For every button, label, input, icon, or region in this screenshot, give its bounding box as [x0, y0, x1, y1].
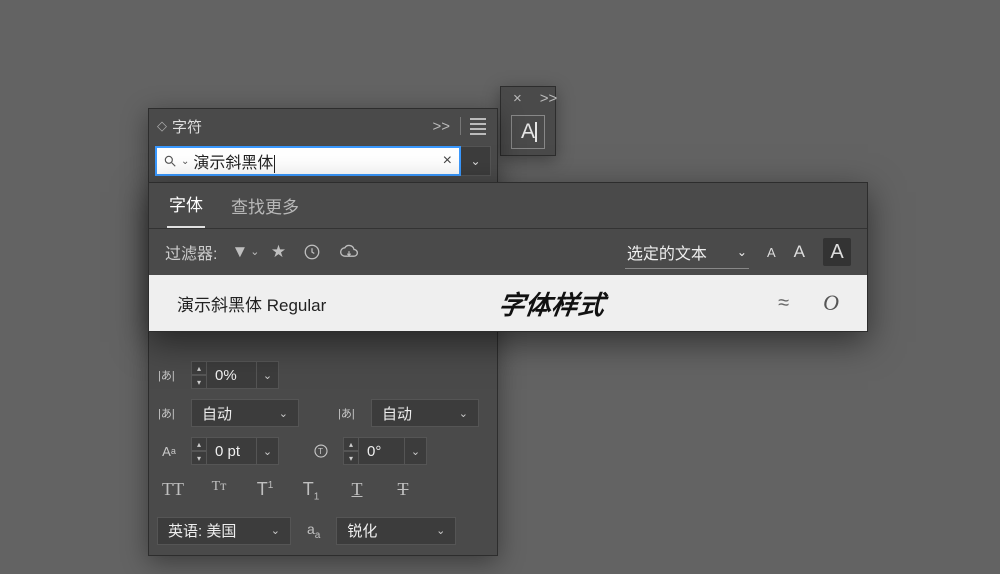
opentype-badge-icon: O: [823, 290, 839, 316]
collapsed-panel-dock: × >> A: [500, 86, 556, 156]
character-panel-icon[interactable]: A: [511, 115, 545, 149]
language-select[interactable]: 英语: 美国 ⌄: [157, 517, 291, 545]
font-list-item[interactable]: 演示斜黑体 Regular 字体样式 ≈ O: [149, 275, 867, 331]
rotate-stepper[interactable]: ▴▾ 0° ⌄: [343, 437, 427, 465]
kerning-right-value: 自动: [382, 403, 412, 424]
text-caret: [274, 155, 275, 173]
filter-label: 过滤器:: [165, 240, 217, 264]
preview-size-large[interactable]: A: [823, 238, 851, 266]
chevron-down-icon: ⌄: [267, 407, 288, 420]
font-search-value: 演示斜黑体: [193, 149, 273, 173]
preview-size-small[interactable]: A: [767, 245, 776, 260]
font-dropdown-button[interactable]: ⌄: [461, 146, 491, 176]
tab-fonts[interactable]: 字体: [167, 191, 205, 228]
chevron-down-icon[interactable]: ⌄: [257, 361, 279, 389]
antialias-value: 锐化: [347, 520, 377, 541]
font-search-input[interactable]: ⌄ 演示斜黑体 ×: [155, 146, 461, 176]
chevron-down-icon[interactable]: ⌄: [405, 437, 427, 465]
clear-search-icon[interactable]: ×: [440, 152, 455, 170]
baseline-shift-stepper[interactable]: ▴▾ 0 pt ⌄: [191, 437, 279, 465]
rotate-value: 0°: [359, 437, 405, 465]
filter-funnel-icon[interactable]: ▼: [231, 242, 253, 262]
kerning-left-value: 自动: [202, 403, 232, 424]
kerning-right-icon: |あ|: [337, 403, 361, 423]
small-caps-button[interactable]: Tᴛ: [205, 479, 233, 503]
chevron-down-icon[interactable]: ⌄: [257, 437, 279, 465]
antialias-icon: aa: [307, 521, 320, 541]
cloud-sync-icon[interactable]: [339, 244, 361, 260]
kerning-left-select[interactable]: 自动 ⌄: [191, 399, 299, 427]
tab-find-more[interactable]: 查找更多: [229, 193, 301, 228]
character-glyph: A: [521, 120, 535, 144]
expand-icon[interactable]: >>: [536, 88, 562, 109]
preview-size-medium[interactable]: A: [794, 242, 805, 262]
similar-fonts-icon[interactable]: ≈: [778, 292, 789, 315]
svg-text:T: T: [318, 447, 323, 456]
panel-menu-icon[interactable]: [467, 115, 489, 138]
font-picker-flyout: 字体 查找更多 过滤器: ▼ ★ 选定的文本 ⌄ A A A 演示斜黑体 Reg…: [148, 182, 868, 332]
panel-header[interactable]: ◇ 字符 >>: [149, 109, 497, 143]
svg-text:|あ|: |あ|: [158, 407, 175, 420]
chevron-down-icon: ⌄: [447, 407, 468, 420]
underline-button[interactable]: T: [343, 479, 371, 503]
superscript-button[interactable]: T1: [251, 479, 279, 503]
font-name-label: 演示斜黑体 Regular: [177, 291, 326, 316]
all-caps-button[interactable]: TT: [159, 479, 187, 503]
kerning-left-icon: |あ|: [157, 403, 181, 423]
subscript-button[interactable]: T1: [297, 479, 325, 503]
collapse-button[interactable]: >>: [428, 116, 454, 137]
tracking-value: 0%: [207, 361, 257, 389]
tracking-icon: |あ|: [157, 365, 181, 385]
chevron-down-icon: ⌄: [181, 156, 189, 167]
search-icon: [163, 154, 177, 168]
font-preview-sample: 字体样式: [324, 285, 781, 322]
favorite-star-icon[interactable]: ★: [267, 242, 289, 262]
opentype-toggle-row: TT Tᴛ T1 T1 T T: [157, 475, 489, 507]
panel-title: 字符: [172, 116, 202, 137]
language-value: 英语: 美国: [168, 520, 236, 541]
preview-source-select[interactable]: 选定的文本 ⌄: [625, 236, 749, 269]
antialias-select[interactable]: 锐化 ⌄: [336, 517, 456, 545]
chevron-down-icon: ⌄: [737, 245, 747, 259]
close-icon[interactable]: ×: [509, 88, 526, 109]
grip-icon: ◇: [157, 118, 166, 134]
preview-source-value: 选定的文本: [627, 240, 707, 264]
tracking-stepper[interactable]: ▴▾ 0% ⌄: [191, 361, 279, 389]
baseline-shift-icon: Aa: [157, 441, 181, 461]
kerning-right-select[interactable]: 自动 ⌄: [371, 399, 479, 427]
svg-text:|あ|: |あ|: [158, 369, 175, 382]
divider: [460, 117, 461, 135]
chevron-down-icon: ⌄: [259, 524, 280, 537]
strikethrough-button[interactable]: T: [389, 479, 417, 503]
rotate-icon: T: [309, 441, 333, 461]
recent-clock-icon[interactable]: [303, 243, 325, 261]
baseline-shift-value: 0 pt: [207, 437, 257, 465]
svg-text:|あ|: |あ|: [338, 407, 355, 420]
chevron-down-icon: ⌄: [424, 524, 445, 537]
